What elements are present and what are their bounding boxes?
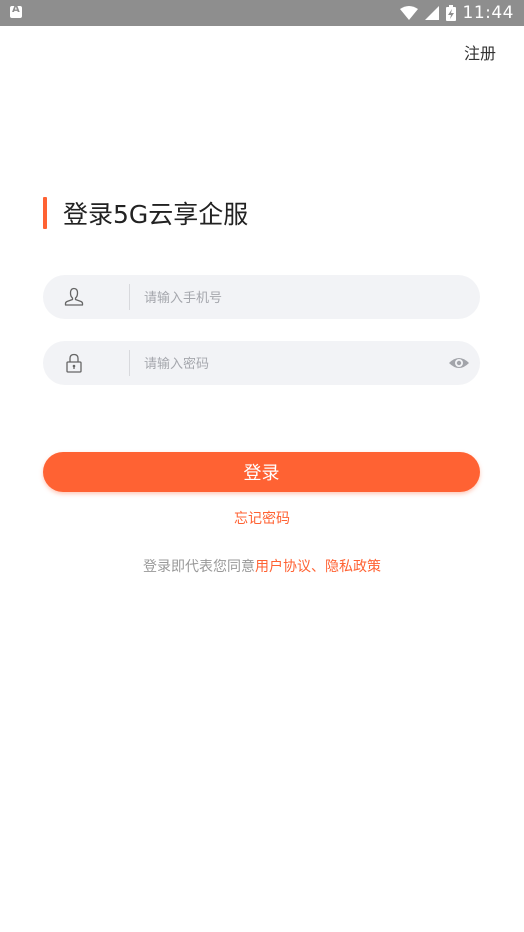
status-time: 11:44 [462, 3, 514, 23]
battery-charging-icon [445, 5, 456, 21]
phone-field[interactable] [43, 275, 480, 321]
field-divider [129, 284, 130, 310]
status-bar: A 11:44 [0, 0, 524, 26]
signal-icon [424, 6, 439, 20]
title-accent-bar [43, 197, 47, 229]
forgot-password-link[interactable]: 忘记密码 [0, 508, 524, 528]
user-icon [64, 287, 84, 306]
agreement-link[interactable]: 用户协议、隐私政策 [255, 559, 381, 575]
password-field[interactable] [43, 341, 480, 387]
field-divider [129, 350, 130, 376]
phone-input[interactable] [142, 275, 436, 321]
page-title: 登录5G云享企服 [63, 200, 249, 229]
login-button[interactable]: 登录 [43, 452, 480, 492]
register-link[interactable]: 注册 [464, 40, 496, 64]
password-input[interactable] [142, 341, 436, 387]
wifi-icon [399, 6, 418, 20]
agreement-text: 登录即代表您同意用户协议、隐私政策 [0, 556, 524, 576]
lock-icon [66, 353, 82, 373]
app-notification-icon: A [10, 4, 22, 18]
status-icons: 11:44 [399, 0, 515, 26]
eye-icon[interactable] [448, 353, 470, 373]
page-title-block: 登录5G云享企服 [43, 196, 248, 230]
agreement-prefix: 登录即代表您同意 [143, 559, 255, 575]
